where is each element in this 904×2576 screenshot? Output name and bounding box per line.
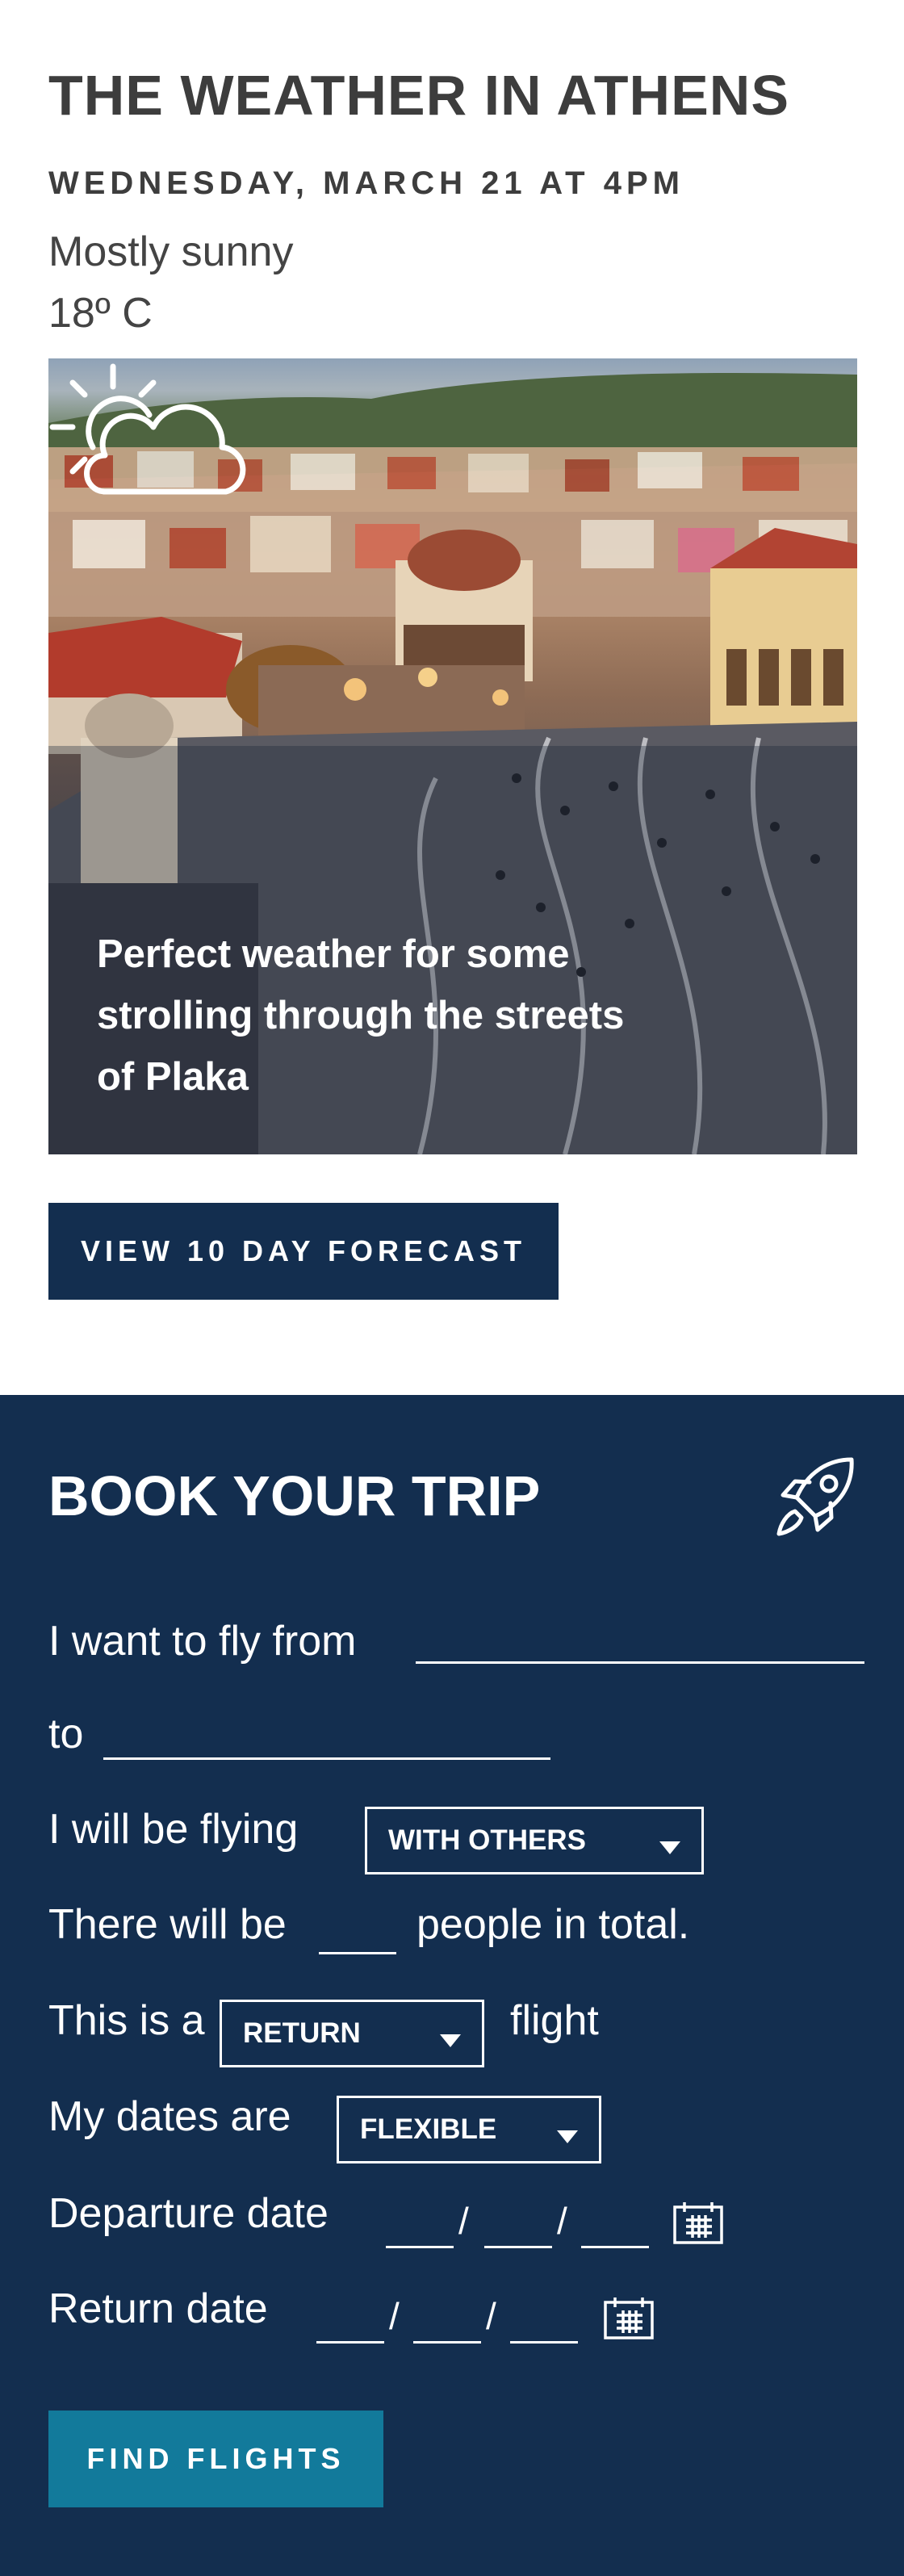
partly-sunny-icon	[49, 363, 246, 495]
fly-from-label: I want to fly from	[48, 1618, 357, 1665]
departure-year-input[interactable]	[581, 2244, 649, 2248]
people-suffix-label: people in total.	[416, 1901, 690, 1948]
return-year-input[interactable]	[510, 2339, 578, 2344]
trip-type-select-value: RETURN	[243, 2017, 361, 2049]
this-is-a-label: This is a	[48, 1997, 205, 2044]
date-flexibility-select[interactable]: FLEXIBLE	[337, 2096, 601, 2163]
date-separator: /	[389, 2295, 400, 2337]
weather-temperature: 18º C	[48, 290, 153, 337]
chevron-down-icon	[440, 2034, 461, 2047]
chevron-down-icon	[659, 1841, 680, 1854]
date-separator: /	[557, 2200, 567, 2242]
departure-month-input[interactable]	[484, 2244, 552, 2248]
view-forecast-button[interactable]: VIEW 10 DAY FORECAST	[48, 1203, 559, 1300]
calendar-icon[interactable]	[602, 2296, 655, 2341]
departure-date-label: Departure date	[48, 2190, 329, 2237]
companions-select-value: WITH OTHERS	[388, 1824, 586, 1856]
trip-type-select[interactable]: RETURN	[220, 2000, 484, 2067]
date-flexibility-select-value: FLEXIBLE	[360, 2113, 497, 2145]
weather-section: THE WEATHER IN ATHENS WEDNESDAY, MARCH 2…	[0, 0, 904, 1395]
date-separator: /	[458, 2200, 469, 2242]
weather-condition: Mostly sunny	[48, 228, 294, 275]
dates-label: My dates are	[48, 2093, 291, 2140]
departure-day-input[interactable]	[386, 2244, 454, 2248]
there-will-be-label: There will be	[48, 1901, 287, 1948]
return-day-input[interactable]	[316, 2339, 384, 2344]
booking-title: BOOK YOUR TRIP	[48, 1464, 541, 1527]
chevron-down-icon	[557, 2130, 578, 2143]
companions-select[interactable]: WITH OTHERS	[365, 1807, 704, 1874]
rocket-icon	[776, 1457, 854, 1536]
booking-section: BOOK YOUR TRIP I want to fly from to I w…	[0, 1395, 904, 2576]
people-count-input[interactable]	[319, 1950, 396, 1954]
plaka-photo: Perfect weather for some strolling throu…	[48, 358, 857, 1154]
weather-date: WEDNESDAY, MARCH 21 AT 4PM	[48, 165, 684, 201]
weather-title: THE WEATHER IN ATHENS	[48, 64, 790, 127]
to-label: to	[48, 1711, 84, 1757]
return-date-label: Return date	[48, 2285, 268, 2332]
find-flights-button[interactable]: FIND FLIGHTS	[48, 2411, 383, 2507]
calendar-icon[interactable]	[672, 2201, 725, 2246]
date-separator: /	[486, 2295, 496, 2337]
flying-label: I will be flying	[48, 1806, 299, 1853]
photo-caption: Perfect weather for some strolling throu…	[97, 932, 625, 1099]
destination-input[interactable]	[103, 1756, 550, 1760]
return-month-input[interactable]	[413, 2339, 481, 2344]
origin-input[interactable]	[416, 1660, 864, 1664]
flight-label: flight	[510, 1997, 599, 2044]
